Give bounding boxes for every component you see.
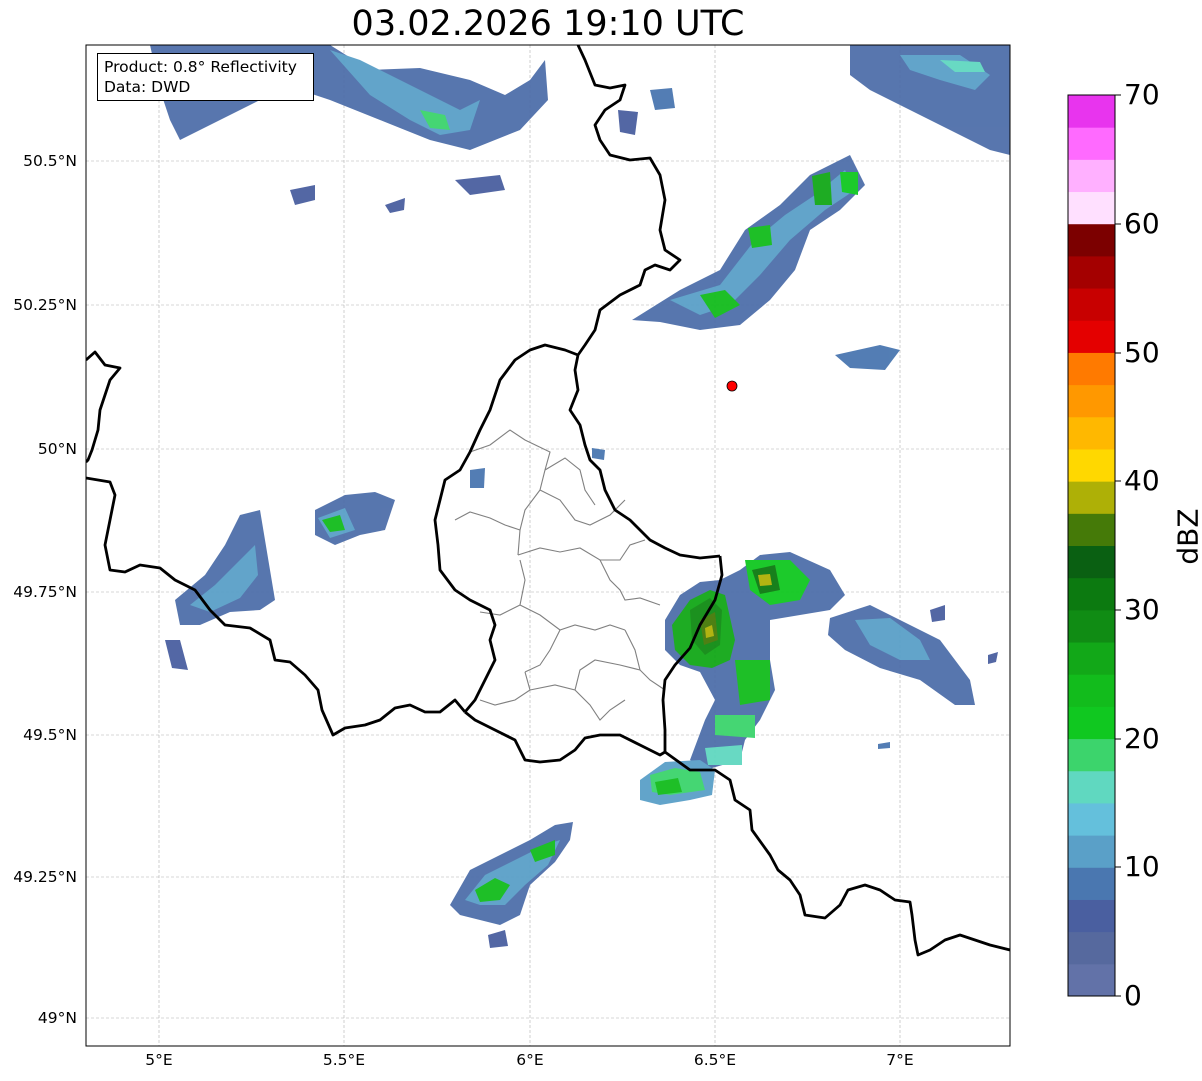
product-info-box: Product: 0.8° Reflectivity Data: DWD bbox=[97, 53, 314, 101]
colorbar-tick-label: 10 bbox=[1124, 850, 1160, 883]
colorbar bbox=[1068, 95, 1115, 997]
lon-tick: 7°E bbox=[886, 1051, 914, 1069]
colorbar-band bbox=[1068, 288, 1115, 321]
lon-tick: 5.5°E bbox=[322, 1051, 366, 1069]
lat-tick: 50.25°N bbox=[13, 296, 77, 314]
colorbar-tick-label: 50 bbox=[1124, 336, 1160, 369]
colorbar-band bbox=[1068, 770, 1115, 804]
lat-tick: 49°N bbox=[37, 1009, 77, 1027]
colorbar-band bbox=[1068, 802, 1115, 836]
lon-tick: 5°E bbox=[145, 1051, 173, 1069]
colorbar-band bbox=[1068, 416, 1115, 450]
lat-tick: 50.5°N bbox=[23, 152, 77, 170]
colorbar-band bbox=[1068, 738, 1115, 772]
colorbar-tick-label: 0 bbox=[1124, 979, 1142, 1012]
colorbar-tick-label: 30 bbox=[1124, 593, 1160, 626]
colorbar-band bbox=[1068, 481, 1115, 514]
colorbar-tick-label: 70 bbox=[1124, 78, 1160, 111]
map-canvas bbox=[86, 45, 1010, 1046]
colorbar-band bbox=[1068, 674, 1115, 707]
colorbar-band bbox=[1068, 159, 1115, 193]
colorbar-band bbox=[1068, 899, 1115, 933]
lon-tick: 6°E bbox=[516, 1051, 544, 1069]
colorbar-band bbox=[1068, 352, 1115, 386]
colorbar-band bbox=[1068, 255, 1115, 289]
colorbar-ticks bbox=[1115, 94, 1121, 997]
colorbar-band bbox=[1068, 320, 1115, 353]
product-label: Product: 0.8° Reflectivity bbox=[104, 58, 297, 76]
colorbar-band bbox=[1068, 384, 1115, 418]
colorbar-band bbox=[1068, 95, 1115, 128]
lat-tick: 49.5°N bbox=[23, 726, 77, 744]
colorbar-band bbox=[1068, 609, 1115, 643]
colorbar-band bbox=[1068, 835, 1115, 868]
colorbar-band bbox=[1068, 448, 1115, 482]
colorbar-band bbox=[1068, 577, 1115, 611]
colorbar-tick-label: 60 bbox=[1124, 207, 1160, 240]
colorbar-band bbox=[1068, 545, 1115, 579]
lon-tick: 6.5°E bbox=[693, 1051, 737, 1069]
colorbar-band bbox=[1068, 931, 1115, 965]
colorbar-band bbox=[1068, 191, 1115, 225]
colorbar-label: dBZ bbox=[1171, 508, 1202, 565]
data-source-label: Data: DWD bbox=[104, 78, 191, 96]
colorbar-band bbox=[1068, 642, 1115, 675]
colorbar-tick-label: 40 bbox=[1124, 464, 1160, 497]
colorbar-band bbox=[1068, 127, 1115, 160]
colorbar-band bbox=[1068, 706, 1115, 740]
colorbar-band bbox=[1068, 513, 1115, 546]
radar-site-marker bbox=[726, 380, 738, 392]
colorbar-band bbox=[1068, 223, 1115, 257]
lat-tick: 49.25°N bbox=[13, 868, 77, 886]
colorbar-tick-label: 20 bbox=[1124, 722, 1160, 755]
lat-tick: 49.75°N bbox=[13, 583, 77, 601]
lat-tick: 50°N bbox=[37, 440, 77, 458]
colorbar-band bbox=[1068, 867, 1115, 900]
colorbar-band bbox=[1068, 963, 1115, 997]
radar-map bbox=[85, 44, 1121, 1047]
